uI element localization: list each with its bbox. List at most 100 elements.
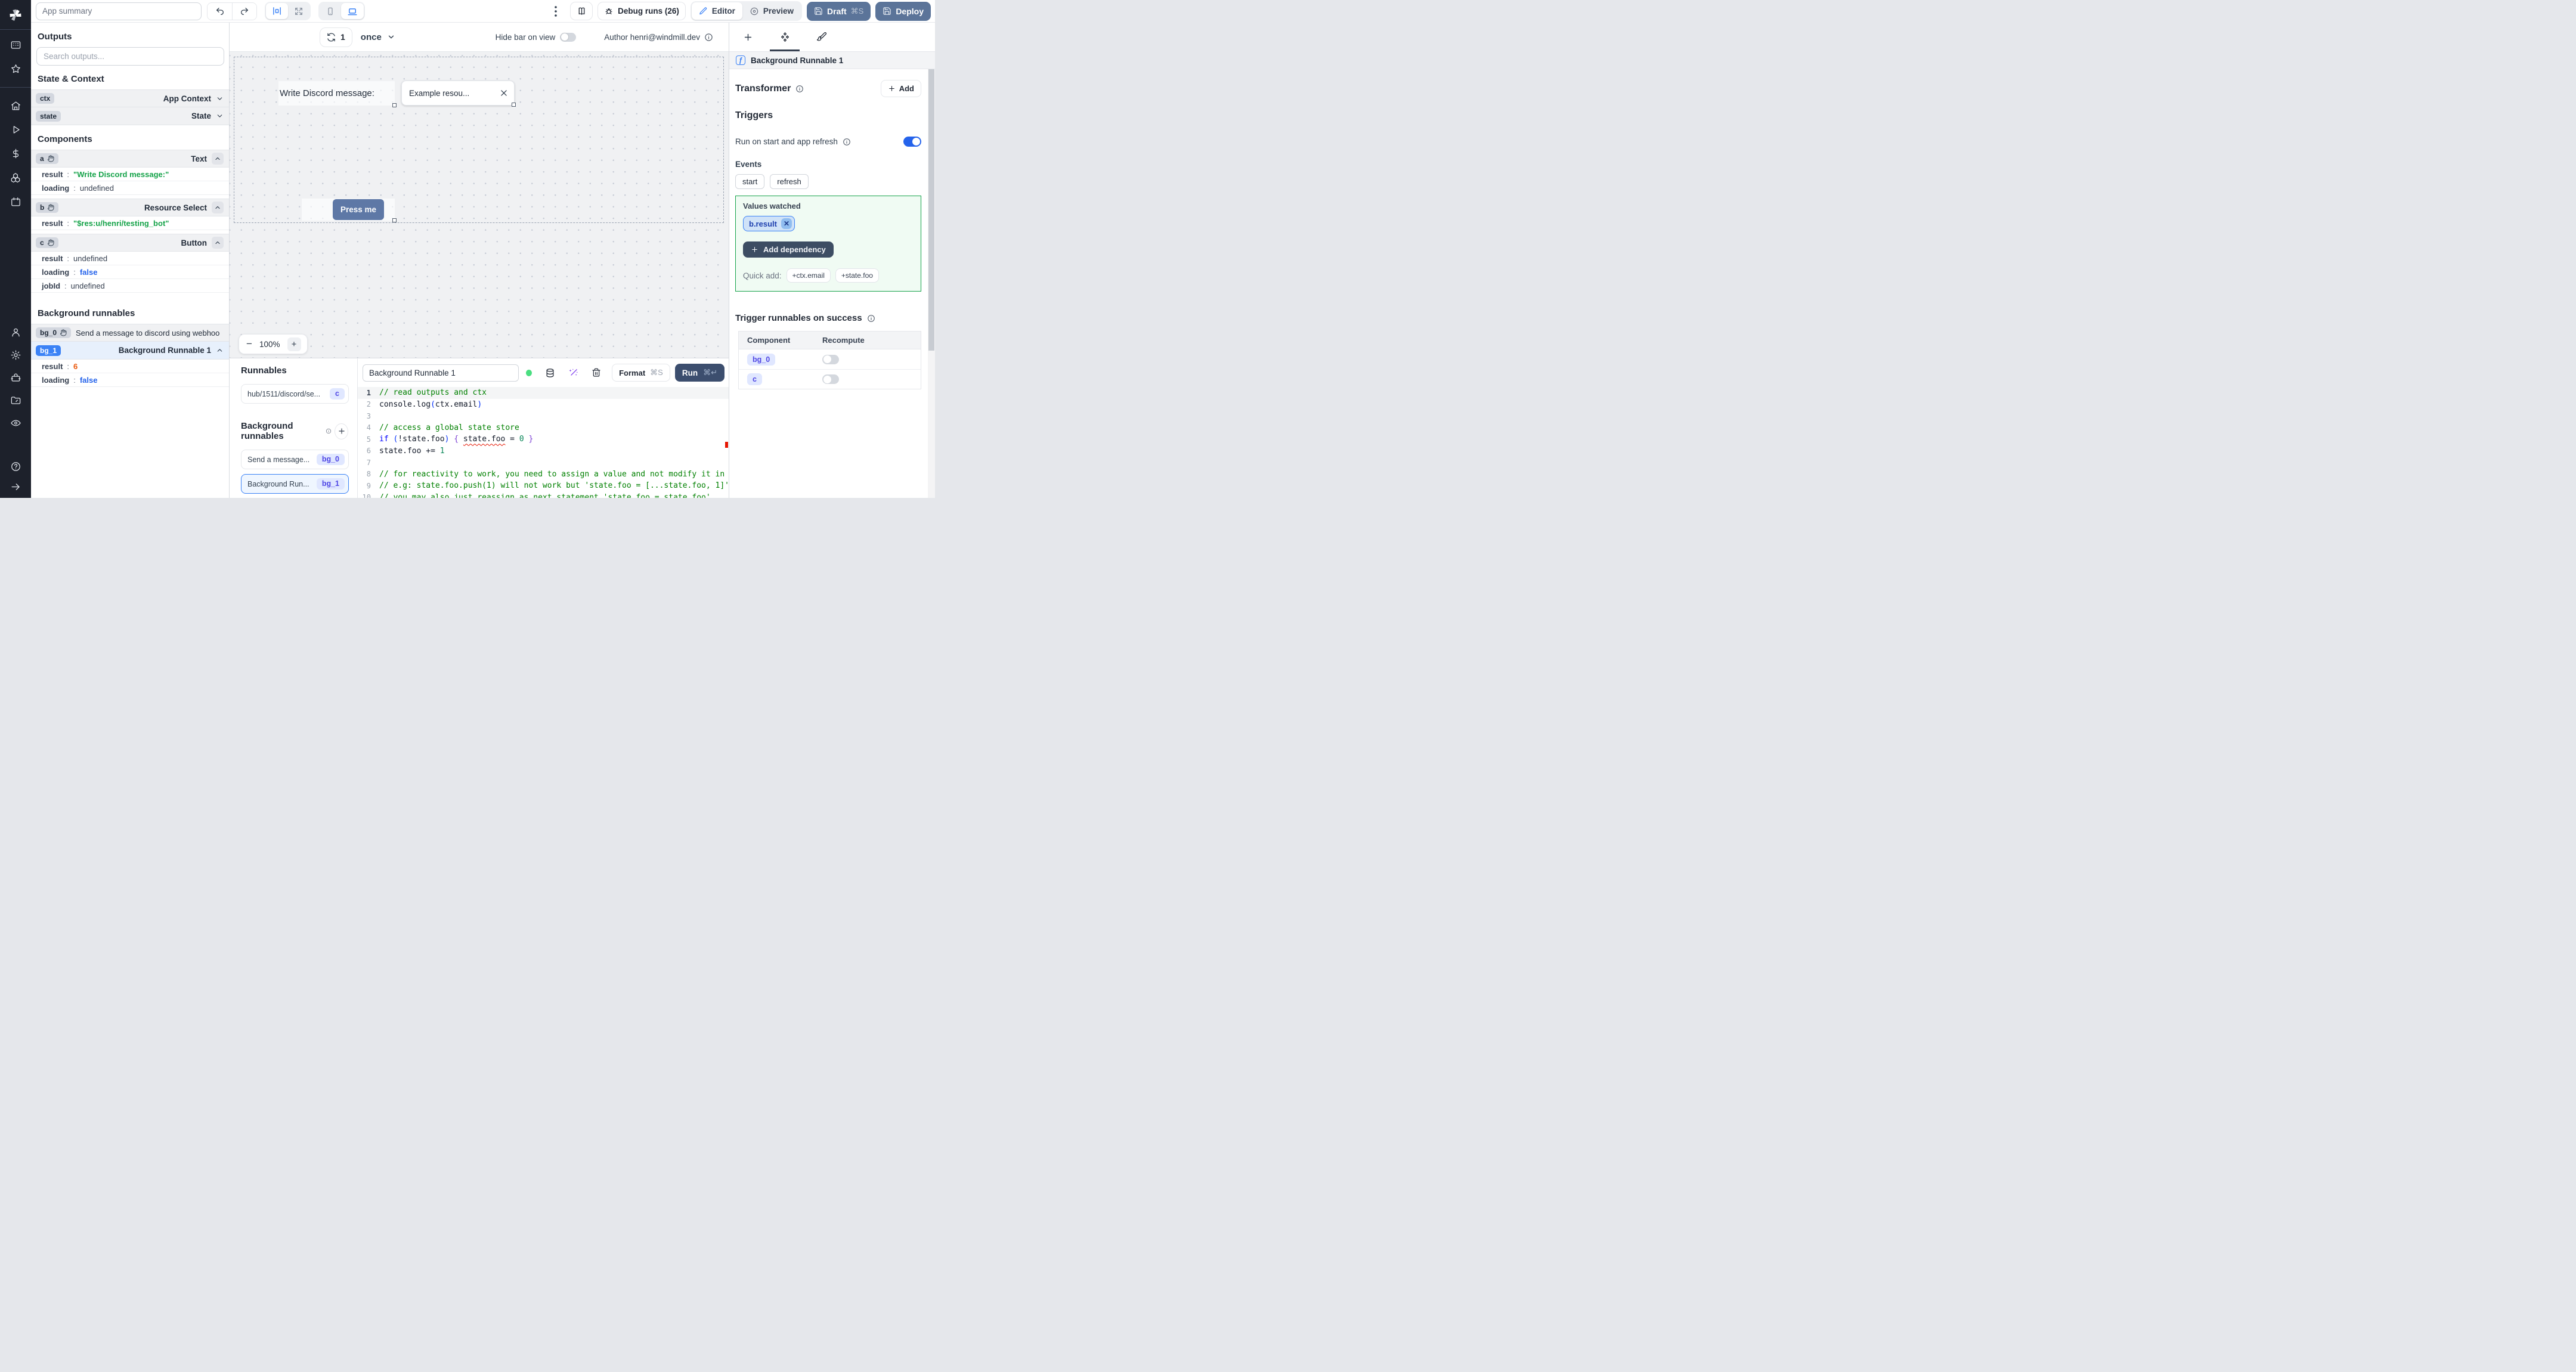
code-line[interactable]: 8// for reactivity to work, you need to … [358,469,729,481]
audit-eye-icon[interactable] [10,417,21,429]
schedule-mode-dropdown[interactable]: once [361,32,395,42]
run-button[interactable]: Run ⌘↵ [674,364,724,382]
ai-wand-icon[interactable] [568,368,578,378]
add-transformer-button[interactable]: Add [880,80,921,97]
remove-watched-value-x-icon[interactable]: ✕ [781,218,792,229]
text-component[interactable]: Write Discord message: [278,81,397,107]
resize-handle[interactable] [392,103,397,107]
output-row-ctx[interactable]: ctx App Context [31,89,229,107]
zoom-in-button[interactable]: + [287,337,301,351]
more-menu-kebab-icon[interactable] [550,5,562,17]
app-grid-container[interactable]: Write Discord message: Example resou... … [234,57,724,223]
desktop-view-button[interactable] [341,3,364,19]
quick-add-state-foo-chip[interactable]: +state.foo [835,268,879,283]
folders-icon[interactable] [10,395,21,406]
code-line[interactable]: 5 if (!state.foo) { state.foo = 0 } [358,433,729,445]
docs-book-button[interactable] [570,2,593,20]
refresh-count-button[interactable]: 1 [320,27,352,47]
output-row-c[interactable]: c Button [31,234,229,252]
output-row-bg1[interactable]: bg_1 Background Runnable 1 [31,342,229,360]
component-b-badge[interactable]: b [36,202,59,213]
users-icon[interactable] [10,327,21,338]
resources-boxes-icon[interactable] [10,172,21,184]
state-badge[interactable]: state [36,110,61,122]
watched-value-chip[interactable]: b.result ✕ [743,216,795,231]
settings-gear-icon[interactable] [10,349,21,361]
ctx-badge[interactable]: ctx [36,93,55,104]
app-canvas[interactable]: Write Discord message: Example resou... … [230,52,729,358]
draft-button[interactable]: Draft ⌘S [806,1,871,21]
tab-insert-component[interactable] [729,23,766,51]
output-row-b[interactable]: b Resource Select [31,199,229,216]
recompute-toggle[interactable] [822,354,839,364]
runnable-item-bg0[interactable]: Send a message... bg_0 [241,450,349,469]
code-line[interactable]: 2 console.log(ctx.email) [358,399,729,411]
runnable-item-bg1-selected[interactable]: Background Run... bg_1 [241,474,349,494]
bg0-badge[interactable]: bg_0 [36,327,72,338]
recompute-toggle[interactable] [822,374,839,384]
code-line[interactable]: 4// access a global state store [358,422,729,434]
windmill-logo[interactable] [0,0,31,30]
runnable-item-hub[interactable]: hub/1511/discord/se... c [241,384,349,404]
clear-selection-x-icon[interactable] [500,89,508,97]
add-background-runnable-button[interactable] [335,423,348,439]
output-row-a[interactable]: a Text [31,150,229,168]
code-line[interactable]: 3 [358,410,729,422]
tab-editor[interactable]: Editor [691,2,742,20]
add-dependency-button[interactable]: Add dependency [743,241,834,258]
bg1-badge[interactable]: bg_1 [36,345,61,356]
cache-database-icon[interactable] [545,368,555,378]
schedules-calendar-icon[interactable] [10,196,21,207]
deploy-button[interactable]: Deploy [875,1,931,21]
chevron-down-icon[interactable] [216,95,224,103]
event-chip-refresh[interactable]: refresh [770,174,809,189]
chevron-up-icon[interactable] [216,346,224,354]
chevron-up-icon[interactable] [212,153,224,165]
tab-styling-brush[interactable] [803,23,840,51]
apps-icon[interactable] [10,39,21,51]
expand-rail-arrow-icon[interactable] [10,481,21,493]
component-c-badge[interactable]: c [36,237,58,248]
resize-handle[interactable] [392,218,397,222]
code-line[interactable]: 7 [358,457,729,469]
chevron-down-icon[interactable] [216,112,224,120]
code-line[interactable]: 1// read outputs and ctx [358,387,729,399]
press-me-button[interactable]: Press me [333,199,384,220]
redo-button[interactable] [232,2,256,20]
runnable-name-input[interactable] [363,364,519,382]
scrollbar-thumb[interactable] [928,69,934,351]
app-summary-input[interactable] [36,2,202,20]
undo-button[interactable] [208,2,232,20]
workers-toolbox-icon[interactable] [10,372,21,383]
right-panel-scrollbar[interactable] [928,69,935,498]
delete-trash-icon[interactable] [592,368,601,377]
output-row-bg0[interactable]: bg_0 Send a message to discord using web… [31,324,229,342]
run-on-start-toggle[interactable] [903,137,921,147]
variables-dollar-icon[interactable] [10,148,21,159]
hide-bar-toggle[interactable] [560,32,577,42]
runs-play-icon[interactable] [10,124,21,135]
zoom-out-button[interactable]: − [245,338,253,350]
home-icon[interactable] [10,100,21,112]
tab-preview[interactable]: Preview [742,2,801,20]
centered-layout-button[interactable] [266,3,288,19]
code-line[interactable]: 6 state.foo += 1 [358,445,729,457]
resize-handle[interactable] [512,103,516,107]
help-icon[interactable] [10,461,21,472]
format-button[interactable]: Format ⌘S [612,364,670,382]
component-badge[interactable]: c [747,373,762,385]
chevron-up-icon[interactable] [212,237,224,249]
code-line[interactable]: 9// e.g: state.foo.push(1) will not work… [358,480,729,492]
resource-select-component[interactable]: Example resou... [401,80,516,107]
output-row-state[interactable]: state State [31,107,229,125]
debug-runs-button[interactable]: Debug runs (26) [597,2,686,20]
button-component[interactable]: Press me [302,199,397,222]
full-width-button[interactable] [288,3,309,19]
code-line[interactable]: 10// you may also just reassign as next … [358,492,729,498]
chevron-up-icon[interactable] [212,202,224,213]
search-outputs-input[interactable] [36,47,224,66]
event-chip-start[interactable]: start [735,174,765,189]
component-badge[interactable]: bg_0 [747,353,776,366]
mobile-view-button[interactable] [320,3,341,19]
code-lines[interactable]: 1// read outputs and ctx 2 console.log(ctx… [358,387,729,498]
